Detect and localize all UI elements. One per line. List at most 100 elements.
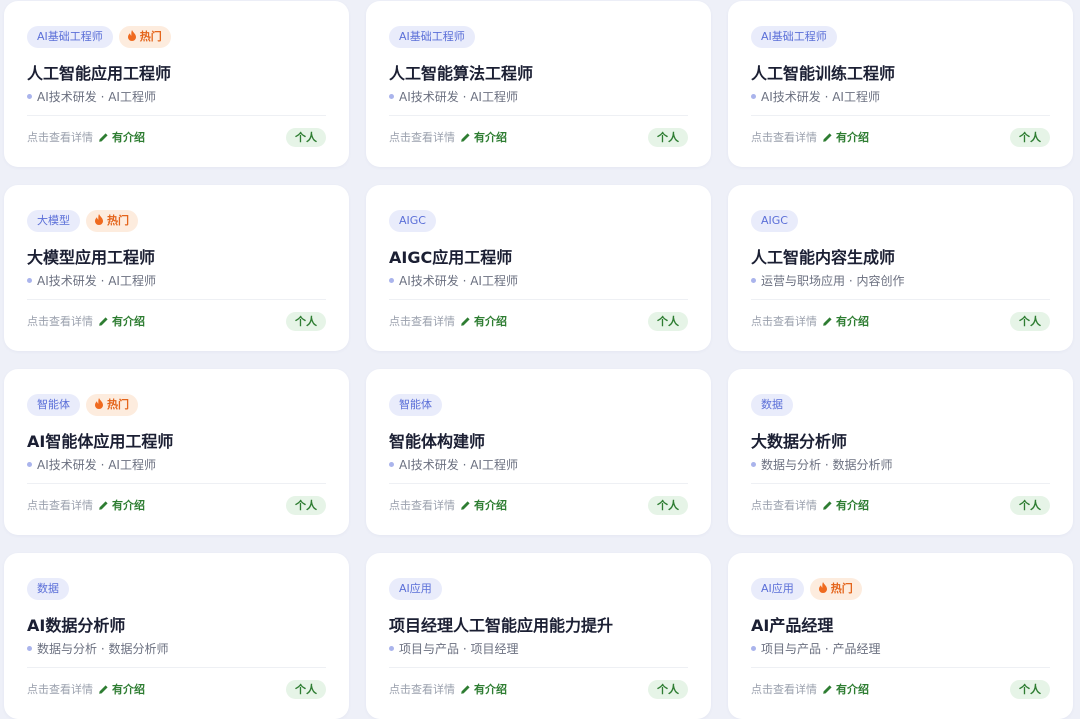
divider [389, 483, 688, 484]
tag-row: 智能体 热门 [27, 394, 138, 416]
divider [27, 115, 326, 116]
tag-row: 大模型 热门 [27, 210, 138, 232]
intro-indicator: 有介绍 [461, 313, 507, 329]
course-subtitle-row: AI技术研发 · AI工程师 [751, 88, 880, 105]
intro-label: 有介绍 [836, 683, 869, 696]
personal-badge: 个人 [286, 495, 326, 515]
intro-label: 有介绍 [836, 131, 869, 144]
category-tag: AI应用 [751, 578, 804, 600]
category-tag: AI应用 [389, 578, 442, 600]
dot-icon [751, 646, 756, 651]
view-details-link[interactable]: 点击查看详情 [751, 681, 817, 697]
category-tag: 智能体 [27, 394, 80, 416]
intro-label: 有介绍 [112, 499, 145, 512]
view-details-link[interactable]: 点击查看详情 [27, 681, 93, 697]
category-tag: 数据 [27, 578, 69, 600]
intro-label: 有介绍 [474, 315, 507, 328]
course-card[interactable]: 智能体 智能体构建师 AI技术研发 · AI工程师 点击查看详情 有介绍 个人 [366, 369, 711, 535]
category-tag: AIGC [389, 210, 436, 232]
card-footer: 点击查看详情 有介绍 个人 [389, 679, 688, 699]
intro-indicator: 有介绍 [823, 129, 869, 145]
dot-icon [751, 94, 756, 99]
dot-icon [27, 278, 32, 283]
course-subtitle: AI技术研发 · AI工程师 [761, 90, 880, 104]
view-details-link[interactable]: 点击查看详情 [27, 129, 93, 145]
view-details-link[interactable]: 点击查看详情 [751, 313, 817, 329]
personal-badge: 个人 [648, 311, 688, 331]
course-card[interactable]: 数据 大数据分析师 数据与分析 · 数据分析师 点击查看详情 有介绍 个人 [728, 369, 1073, 535]
tag-row: AIGC [389, 210, 436, 232]
tag-row: AI基础工程师 [389, 26, 475, 48]
course-title: 人工智能训练工程师 [751, 64, 896, 83]
course-subtitle: 项目与产品 · 项目经理 [399, 642, 519, 656]
course-title: AIGC应用工程师 [389, 248, 513, 267]
course-card[interactable]: 数据 AI数据分析师 数据与分析 · 数据分析师 点击查看详情 有介绍 个人 [4, 553, 349, 719]
course-title: 智能体构建师 [389, 432, 486, 451]
divider [751, 299, 1050, 300]
pencil-icon [99, 684, 108, 694]
hot-tag-label: 热门 [107, 398, 129, 411]
view-details-link[interactable]: 点击查看详情 [27, 313, 93, 329]
course-card[interactable]: AI基础工程师 人工智能训练工程师 AI技术研发 · AI工程师 点击查看详情 … [728, 1, 1073, 167]
personal-badge: 个人 [286, 127, 326, 147]
course-subtitle-row: AI技术研发 · AI工程师 [389, 88, 518, 105]
view-details-link[interactable]: 点击查看详情 [389, 681, 455, 697]
pencil-icon [823, 132, 832, 142]
course-subtitle-row: AI技术研发 · AI工程师 [389, 272, 518, 289]
personal-badge: 个人 [648, 495, 688, 515]
personal-badge: 个人 [286, 311, 326, 331]
personal-badge: 个人 [1010, 127, 1050, 147]
intro-indicator: 有介绍 [823, 497, 869, 513]
course-card[interactable]: AI基础工程师 热门 人工智能应用工程师 AI技术研发 · AI工程师 点击查看… [4, 1, 349, 167]
course-card[interactable]: 智能体 热门 AI智能体应用工程师 AI技术研发 · AI工程师 点击查看详情 … [4, 369, 349, 535]
intro-indicator: 有介绍 [461, 681, 507, 697]
dot-icon [389, 278, 394, 283]
pencil-icon [823, 316, 832, 326]
pencil-icon [99, 132, 108, 142]
course-subtitle-row: 运营与职场应用 · 内容创作 [751, 272, 904, 289]
pencil-icon [99, 500, 108, 510]
personal-badge: 个人 [286, 679, 326, 699]
intro-label: 有介绍 [836, 315, 869, 328]
pencil-icon [823, 500, 832, 510]
category-tag: 智能体 [389, 394, 442, 416]
flame-icon [818, 582, 827, 593]
course-card[interactable]: AIGC AIGC应用工程师 AI技术研发 · AI工程师 点击查看详情 有介绍… [366, 185, 711, 351]
view-details-link[interactable]: 点击查看详情 [389, 497, 455, 513]
dot-icon [27, 462, 32, 467]
flame-icon [95, 398, 103, 409]
view-details-link[interactable]: 点击查看详情 [389, 129, 455, 145]
course-subtitle: AI技术研发 · AI工程师 [399, 90, 518, 104]
intro-indicator: 有介绍 [99, 129, 145, 145]
divider [389, 115, 688, 116]
pencil-icon [461, 132, 470, 142]
course-card[interactable]: 大模型 热门 大模型应用工程师 AI技术研发 · AI工程师 点击查看详情 有介… [4, 185, 349, 351]
course-title: 人工智能内容生成师 [751, 248, 896, 267]
divider [389, 299, 688, 300]
pencil-icon [461, 684, 470, 694]
intro-label: 有介绍 [474, 683, 507, 696]
view-details-link[interactable]: 点击查看详情 [389, 313, 455, 329]
divider [389, 667, 688, 668]
pencil-icon [99, 316, 108, 326]
divider [751, 667, 1050, 668]
hot-tag-label: 热门 [830, 582, 853, 595]
course-card[interactable]: AI基础工程师 人工智能算法工程师 AI技术研发 · AI工程师 点击查看详情 … [366, 1, 711, 167]
course-title: AI产品经理 [751, 616, 834, 635]
course-card[interactable]: AI应用 热门 AI产品经理 项目与产品 · 产品经理 点击查看详情 有介绍 个… [728, 553, 1073, 719]
flame-icon [95, 214, 103, 225]
course-subtitle-row: 项目与产品 · 项目经理 [389, 640, 518, 657]
personal-badge: 个人 [648, 679, 688, 699]
course-card-grid: AI基础工程师 热门 人工智能应用工程师 AI技术研发 · AI工程师 点击查看… [4, 1, 1073, 719]
course-card[interactable]: AI应用 项目经理人工智能应用能力提升 项目与产品 · 项目经理 点击查看详情 … [366, 553, 711, 719]
view-details-link[interactable]: 点击查看详情 [751, 129, 817, 145]
course-card[interactable]: AIGC 人工智能内容生成师 运营与职场应用 · 内容创作 点击查看详情 有介绍… [728, 185, 1073, 351]
card-footer: 点击查看详情 有介绍 个人 [751, 679, 1050, 699]
intro-indicator: 有介绍 [99, 681, 145, 697]
view-details-link[interactable]: 点击查看详情 [27, 497, 93, 513]
course-title: AI数据分析师 [27, 616, 126, 635]
view-details-link[interactable]: 点击查看详情 [751, 497, 817, 513]
intro-label: 有介绍 [474, 131, 507, 144]
hot-tag-label: 热门 [107, 214, 129, 227]
dot-icon [751, 278, 756, 283]
